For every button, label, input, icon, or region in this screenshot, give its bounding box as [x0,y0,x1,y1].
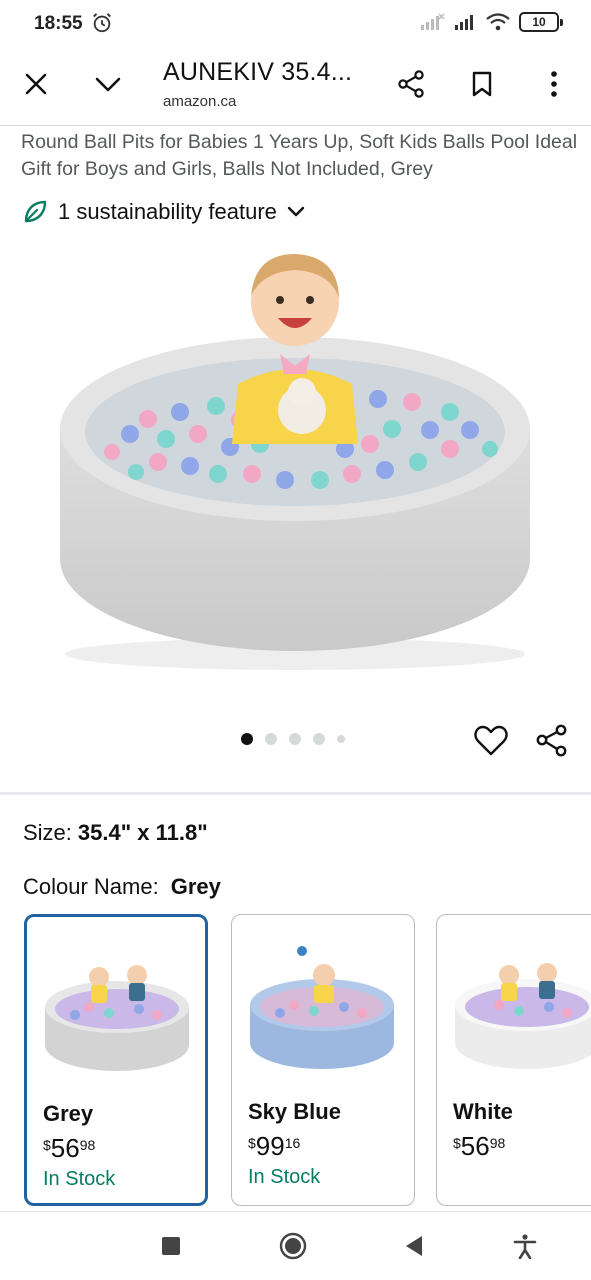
home-button[interactable] [275,1228,311,1264]
expand-button[interactable] [88,64,128,104]
price-whole: 56 [460,1131,490,1161]
page-domain: amazon.ca [163,93,237,110]
variant-name: Sky Blue [248,1099,341,1124]
variant-price: $ 99 16 [248,1131,300,1161]
product-image[interactable] [40,234,550,704]
stop-square-icon [162,1237,180,1255]
sustainability-feature-link[interactable]: 1 sustainability feature [22,199,305,225]
status-time: 18:55 [34,13,83,34]
section-divider [0,792,591,795]
variant-stock: In Stock [43,1168,116,1190]
variant-thumbnail [455,963,591,1069]
share-icon [398,70,424,98]
colour-row: Colour Name: Grey [23,874,221,900]
price-fraction: 98 [79,1137,96,1153]
chevron-down-icon [95,77,121,92]
back-button[interactable] [396,1228,432,1264]
wishlist-heart-icon[interactable] [473,723,509,759]
carousel-dot[interactable] [313,733,325,745]
accessibility-button[interactable] [507,1228,543,1264]
price-fraction: 98 [489,1135,506,1151]
wifi-icon [486,13,510,31]
browser-top-bar: AUNEKIV 35.4... amazon.ca [0,48,591,126]
size-value: 35.4" x 11.8" [77,820,208,845]
signal-x-icon [421,13,445,30]
leaf-icon [24,200,47,223]
price-whole: 99 [255,1131,285,1161]
price-currency: $ [43,1137,51,1153]
carousel-dot[interactable] [337,735,345,743]
status-bar: 18:55 10 [0,0,591,48]
variant-card-white[interactable]: White $ 56 98 [436,914,591,1206]
variant-name: Grey [43,1101,94,1126]
carousel-dot[interactable] [289,733,301,745]
bookmark-icon [472,71,492,97]
colour-value: Grey [170,874,221,899]
bookmark-button[interactable] [462,64,502,104]
price-fraction: 16 [284,1135,301,1151]
home-circle-icon [279,1232,307,1260]
share-button[interactable] [391,64,431,104]
price-currency: $ [453,1135,461,1151]
price-whole: 56 [50,1133,80,1163]
variant-card-sky-blue[interactable]: Sky Blue $ 99 16 In Stock [231,914,415,1206]
accessibility-icon [513,1234,537,1259]
variant-thumbnail [45,965,189,1071]
status-icons: 10 [419,12,563,32]
carousel-dots[interactable] [241,733,345,745]
variant-name: White [453,1099,513,1124]
page-title: AUNEKIV 35.4... [163,58,353,86]
recents-button[interactable] [153,1228,189,1264]
alarm-icon [93,13,111,33]
variant-price: $ 56 98 [43,1133,95,1163]
carousel-dot[interactable] [241,733,253,745]
share-icon[interactable] [534,722,570,758]
more-vertical-icon [551,71,557,97]
battery-icon: 10 [519,12,563,32]
variant-thumbnail [250,946,394,1069]
size-label: Size: [23,820,72,845]
chevron-down-icon [287,206,305,217]
size-row: Size: 35.4" x 11.8" [23,820,208,846]
system-nav-bar [0,1211,591,1280]
close-button[interactable] [16,64,56,104]
price-currency: $ [248,1135,256,1151]
close-icon [25,73,47,95]
carousel-dot[interactable] [265,733,277,745]
signal-icon [455,15,473,30]
back-triangle-icon [406,1236,422,1256]
variant-stock: In Stock [248,1166,321,1188]
product-title[interactable]: Round Ball Pits for Babies 1 Years Up, S… [21,129,581,183]
page-title-block[interactable]: AUNEKIV 35.4... amazon.ca [163,58,373,110]
colour-label: Colour Name: [23,874,159,899]
variant-card-grey[interactable]: Grey $ 56 98 In Stock [24,914,208,1206]
sustainability-label: 1 sustainability feature [58,199,277,224]
more-options-button[interactable] [534,64,574,104]
variant-price: $ 56 98 [453,1131,505,1161]
